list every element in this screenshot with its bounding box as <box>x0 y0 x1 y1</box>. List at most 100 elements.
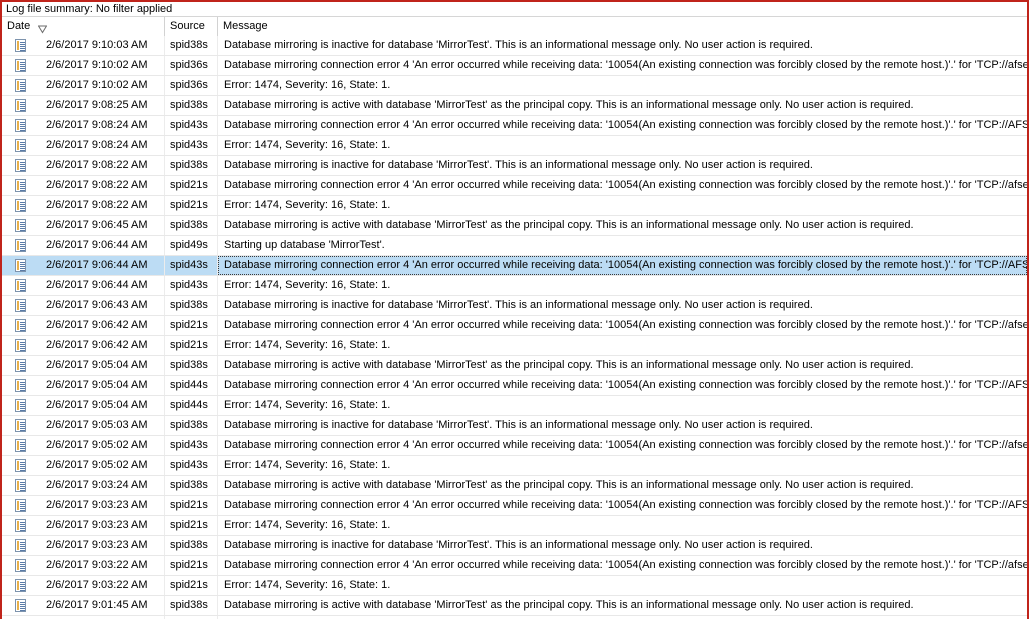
log-record-icon <box>2 576 38 595</box>
table-row[interactable]: 2/6/2017 9:01:45 AM spid38s Database mirro… <box>2 596 1027 616</box>
table-row[interactable]: 2/6/2017 9:05:02 AM spid43s Database mirro… <box>2 436 1027 456</box>
cell-date: 2/6/2017 9:05:02 AM <box>38 436 165 455</box>
cell-message: Database mirroring connection error 4 'A… <box>224 499 1027 511</box>
grid-body: 2/6/2017 9:10:03 AM spid38s Database mirro… <box>2 36 1027 619</box>
grid-header-row: Date Source Message <box>2 16 1027 36</box>
cell-date: 2/6/2017 9:05:03 AM <box>38 416 165 435</box>
cell-source: spid38s <box>165 536 218 555</box>
cell-date: 2/6/2017 9:06:42 AM <box>38 336 165 355</box>
cell-date: 2/6/2017 9:08:22 AM <box>38 156 165 175</box>
cell-date: 2/6/2017 9:10:02 AM <box>38 76 165 95</box>
cell-source: spid38s <box>165 476 218 495</box>
cell-date: 2/6/2017 9:05:04 AM <box>38 396 165 415</box>
table-row[interactable]: 2/6/2017 9:08:25 AM spid38s Database mirro… <box>2 96 1027 116</box>
cell-source: spid38s <box>165 296 218 315</box>
cell-message: Error: 1474, Severity: 16, State: 1. <box>224 199 391 211</box>
log-record-icon <box>2 196 38 215</box>
table-row[interactable]: 2/6/2017 9:06:42 AM spid21s Error: 1474, S… <box>2 336 1027 356</box>
cell-message: Database mirroring is inactive for datab… <box>224 159 813 171</box>
table-row[interactable]: 2/6/2017 9:06:44 AM spid43s Database mirro… <box>2 256 1027 276</box>
cell-message: Database mirroring is inactive for datab… <box>224 39 813 51</box>
cell-date: 2/6/2017 9:06:45 AM <box>38 216 165 235</box>
table-row[interactable]: 2/6/2017 9:05:03 AM spid38s Database mirro… <box>2 416 1027 436</box>
cell-date: 2/6/2017 9:03:24 AM <box>38 476 165 495</box>
cell-date: 2/6/2017 9:08:22 AM <box>38 196 165 215</box>
table-row[interactable]: 2/6/2017 9:08:24 AM spid43s Database mirro… <box>2 116 1027 136</box>
table-row[interactable]: 2/6/2017 9:06:44 AM spid43s Error: 1474, S… <box>2 276 1027 296</box>
log-record-icon <box>2 536 38 555</box>
cell-source: spid21s <box>165 176 218 195</box>
log-record-icon <box>2 476 38 495</box>
log-record-icon <box>2 376 38 395</box>
table-row[interactable]: 2/6/2017 9:03:22 AM spid21s Error: 1474, S… <box>2 576 1027 596</box>
table-row[interactable]: 2/6/2017 9:08:22 AM spid21s Database mirro… <box>2 176 1027 196</box>
log-record-icon <box>2 316 38 335</box>
cell-date: 2/6/2017 9:10:03 AM <box>38 36 165 55</box>
table-row[interactable]: 2/6/2017 9:05:04 AM spid44s Error: 1474, S… <box>2 396 1027 416</box>
cell-message: Error: 1474, Severity: 16, State: 1. <box>224 339 391 351</box>
cell-date: 2/6/2017 9:06:44 AM <box>38 276 165 295</box>
cell-date: 2/6/2017 9:01:45 AM <box>38 596 165 615</box>
table-row[interactable]: 2/6/2017 9:06:45 AM spid38s Database mirro… <box>2 216 1027 236</box>
table-row[interactable]: 2/6/2017 9:06:43 AM spid38s Database mirro… <box>2 296 1027 316</box>
table-row[interactable]: 2/6/2017 9:03:23 AM spid38s Database mirro… <box>2 536 1027 556</box>
cell-source: spid21s <box>165 496 218 515</box>
log-record-icon <box>2 336 38 355</box>
log-record-icon <box>2 76 38 95</box>
log-record-icon <box>2 416 38 435</box>
table-row[interactable]: 2/6/2017 9:08:24 AM spid43s Error: 1474, S… <box>2 136 1027 156</box>
cell-message: Error: 1474, Severity: 16, State: 1. <box>224 79 391 91</box>
table-row[interactable]: 2/6/2017 9:05:04 AM spid38s Database mirro… <box>2 356 1027 376</box>
table-row[interactable]: 2/6/2017 9:03:23 AM spid21s Error: 1474, S… <box>2 516 1027 536</box>
table-row[interactable]: 2/6/2017 9:10:02 AM spid36s Database mirro… <box>2 56 1027 76</box>
table-row[interactable]: 2/6/2017 9:05:02 AM spid43s Error: 1474, S… <box>2 456 1027 476</box>
cell-date: 2/6/2017 9:10:02 AM <box>38 56 165 75</box>
cell-source: spid21s <box>165 576 218 595</box>
cell-message: Error: 1474, Severity: 16, State: 1. <box>224 519 391 531</box>
column-header-date[interactable]: Date <box>2 16 165 36</box>
log-record-icon <box>2 556 38 575</box>
table-row[interactable]: 2/6/2017 9:03:23 AM spid21s Database mirro… <box>2 496 1027 516</box>
cell-message: Error: 1474, Severity: 16, State: 1. <box>224 279 391 291</box>
log-record-icon <box>2 236 38 255</box>
cell-message: Database mirroring connection error 4 'A… <box>224 59 1027 71</box>
cell-source: spid49s <box>165 236 218 255</box>
log-record-icon <box>2 296 38 315</box>
cell-source: spid21s <box>165 516 218 535</box>
log-record-icon <box>2 96 38 115</box>
table-row[interactable]: 2/6/2017 9:10:03 AM spid38s Database mirro… <box>2 36 1027 56</box>
log-record-icon <box>2 136 38 155</box>
table-row[interactable]: 2/6/2017 9:03:22 AM spid21s Database mirro… <box>2 556 1027 576</box>
cell-date: 2/6/2017 9:06:43 AM <box>38 296 165 315</box>
cell-message: Database mirroring connection error 4 'A… <box>224 439 1027 451</box>
cell-source: spid44s <box>165 396 218 415</box>
column-header-message[interactable]: Message <box>218 16 1027 36</box>
cell-message: Database mirroring is active with databa… <box>224 479 914 491</box>
cell-date: 2/6/2017 9:06:44 AM <box>38 236 165 255</box>
column-header-source[interactable]: Source <box>165 16 218 36</box>
cell-source: spid38s <box>165 596 218 615</box>
cell-message: Error: 1474, Severity: 16, State: 1. <box>224 579 391 591</box>
cell-message: Error: 1474, Severity: 16, State: 1. <box>224 459 391 471</box>
cell-date: 2/6/2017 9:08:22 AM <box>38 176 165 195</box>
table-row[interactable]: 2/6/2017 9:03:24 AM spid38s Database mirro… <box>2 476 1027 496</box>
cell-source: spid36s <box>165 56 218 75</box>
cell-source: spid21s <box>165 316 218 335</box>
table-row[interactable]: 2/6/2017 9:06:44 AM spid49s Starting up da… <box>2 236 1027 256</box>
table-row[interactable]: 2/6/2017 9:10:02 AM spid36s Error: 1474, S… <box>2 76 1027 96</box>
cell-date: 2/6/2017 9:05:04 AM <box>38 356 165 375</box>
cell-message: Error: 1474, Severity: 16, State: 1. <box>224 139 391 151</box>
log-record-icon <box>2 596 38 615</box>
cell-date: 2/6/2017 9:05:04 AM <box>38 376 165 395</box>
cell-message: Database mirroring is active with databa… <box>224 219 914 231</box>
table-row[interactable]: 2/6/2017 9:05:04 AM spid44s Database mirro… <box>2 376 1027 396</box>
table-row[interactable]: 2/6/2017 9:08:22 AM spid21s Error: 1474, S… <box>2 196 1027 216</box>
table-row[interactable]: 2/6/2017 9:08:22 AM spid38s Database mirro… <box>2 156 1027 176</box>
cell-date: 2/6/2017 9:03:22 AM <box>38 576 165 595</box>
cell-date: 2/6/2017 9:03:22 AM <box>38 556 165 575</box>
cell-source: spid38s <box>165 216 218 235</box>
cell-source: spid43s <box>165 456 218 475</box>
table-row[interactable]: 2/6/2017 9:06:42 AM spid21s Database mirro… <box>2 316 1027 336</box>
cell-date: 2/6/2017 9:08:25 AM <box>38 96 165 115</box>
cell-message: Database mirroring is active with databa… <box>224 99 914 111</box>
